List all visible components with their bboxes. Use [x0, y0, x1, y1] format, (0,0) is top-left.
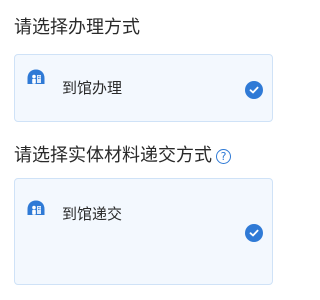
handling-option-card[interactable]: 到馆办理: [14, 54, 273, 122]
check-circle-icon: [245, 81, 263, 99]
handling-method-title-text: 请选择办理方式: [14, 17, 140, 38]
form-page: 请选择办理方式 到馆办理 请选择实体材料递交方式 ? 到馆递交: [0, 0, 287, 300]
building-person-icon: [27, 200, 45, 215]
submission-option-label: 到馆递交: [62, 205, 123, 223]
submission-method-title-text: 请选择实体材料递交方式: [14, 145, 212, 166]
check-circle-icon: [245, 224, 263, 242]
handling-option-label: 到馆办理: [62, 79, 123, 97]
handling-method-title: 请选择办理方式: [14, 17, 140, 39]
submission-method-title: 请选择实体材料递交方式 ?: [14, 145, 231, 167]
submission-option-card[interactable]: 到馆递交: [14, 178, 273, 285]
building-person-icon: [27, 69, 45, 84]
question-circle-icon[interactable]: ?: [216, 148, 231, 164]
